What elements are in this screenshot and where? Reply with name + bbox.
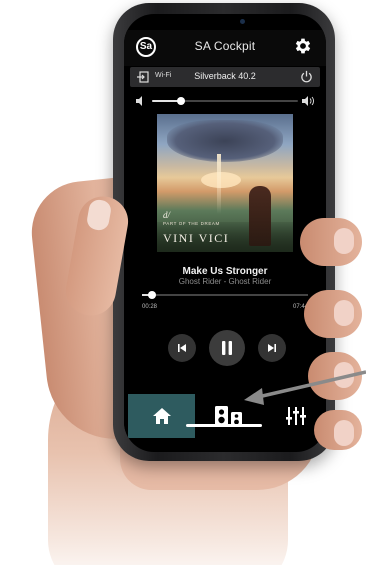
volume-track[interactable] <box>152 97 298 105</box>
home-icon <box>152 408 171 424</box>
skip-next-icon <box>268 344 276 352</box>
progress-knob[interactable] <box>147 291 156 299</box>
equalizer-icon <box>285 407 306 425</box>
volume-high-icon <box>302 96 314 106</box>
notch <box>182 14 268 30</box>
volume-low-icon <box>136 96 142 106</box>
gear-icon[interactable] <box>293 36 313 56</box>
scene: Sa SA Cockpit Wi-Fi Silverback 40.2 d/ P… <box>0 0 366 565</box>
finger-little <box>314 410 362 450</box>
device-name[interactable]: Silverback 40.2 <box>130 71 320 81</box>
volume-knob[interactable] <box>177 97 186 105</box>
tab-speakers[interactable] <box>195 394 262 438</box>
power-icon[interactable] <box>300 70 313 83</box>
finger-index <box>300 218 362 266</box>
album-art: d/ PART OF THE DREAM VINI VICI <box>157 114 293 252</box>
volume-slider[interactable] <box>136 94 314 108</box>
tab-home[interactable] <box>128 394 195 438</box>
finger-middle <box>304 290 362 338</box>
camera-icon <box>240 19 245 24</box>
album-artist-text: VINI VICI <box>163 231 230 245</box>
phone-screen: Sa SA Cockpit Wi-Fi Silverback 40.2 d/ P… <box>124 14 326 452</box>
skip-previous-icon <box>178 344 186 352</box>
track-title: Make Us Stronger <box>182 266 268 277</box>
pause-button[interactable] <box>209 330 245 366</box>
home-indicator <box>186 424 262 427</box>
album-subtitle: PART OF THE DREAM <box>163 221 220 226</box>
app-header: Sa SA Cockpit <box>124 30 326 66</box>
next-button[interactable] <box>258 334 286 362</box>
progress-slider[interactable] <box>142 291 308 299</box>
tab-bar <box>124 394 326 438</box>
pause-icon <box>222 341 232 355</box>
connection-bar: Wi-Fi Silverback 40.2 <box>130 67 320 87</box>
elapsed-time: 00:28 <box>142 304 158 310</box>
finger-ring <box>308 352 362 400</box>
previous-button[interactable] <box>168 334 196 362</box>
track-subtitle: Ghost Rider - Ghost Rider <box>178 277 272 286</box>
album-label-mark: d/ <box>163 210 171 220</box>
